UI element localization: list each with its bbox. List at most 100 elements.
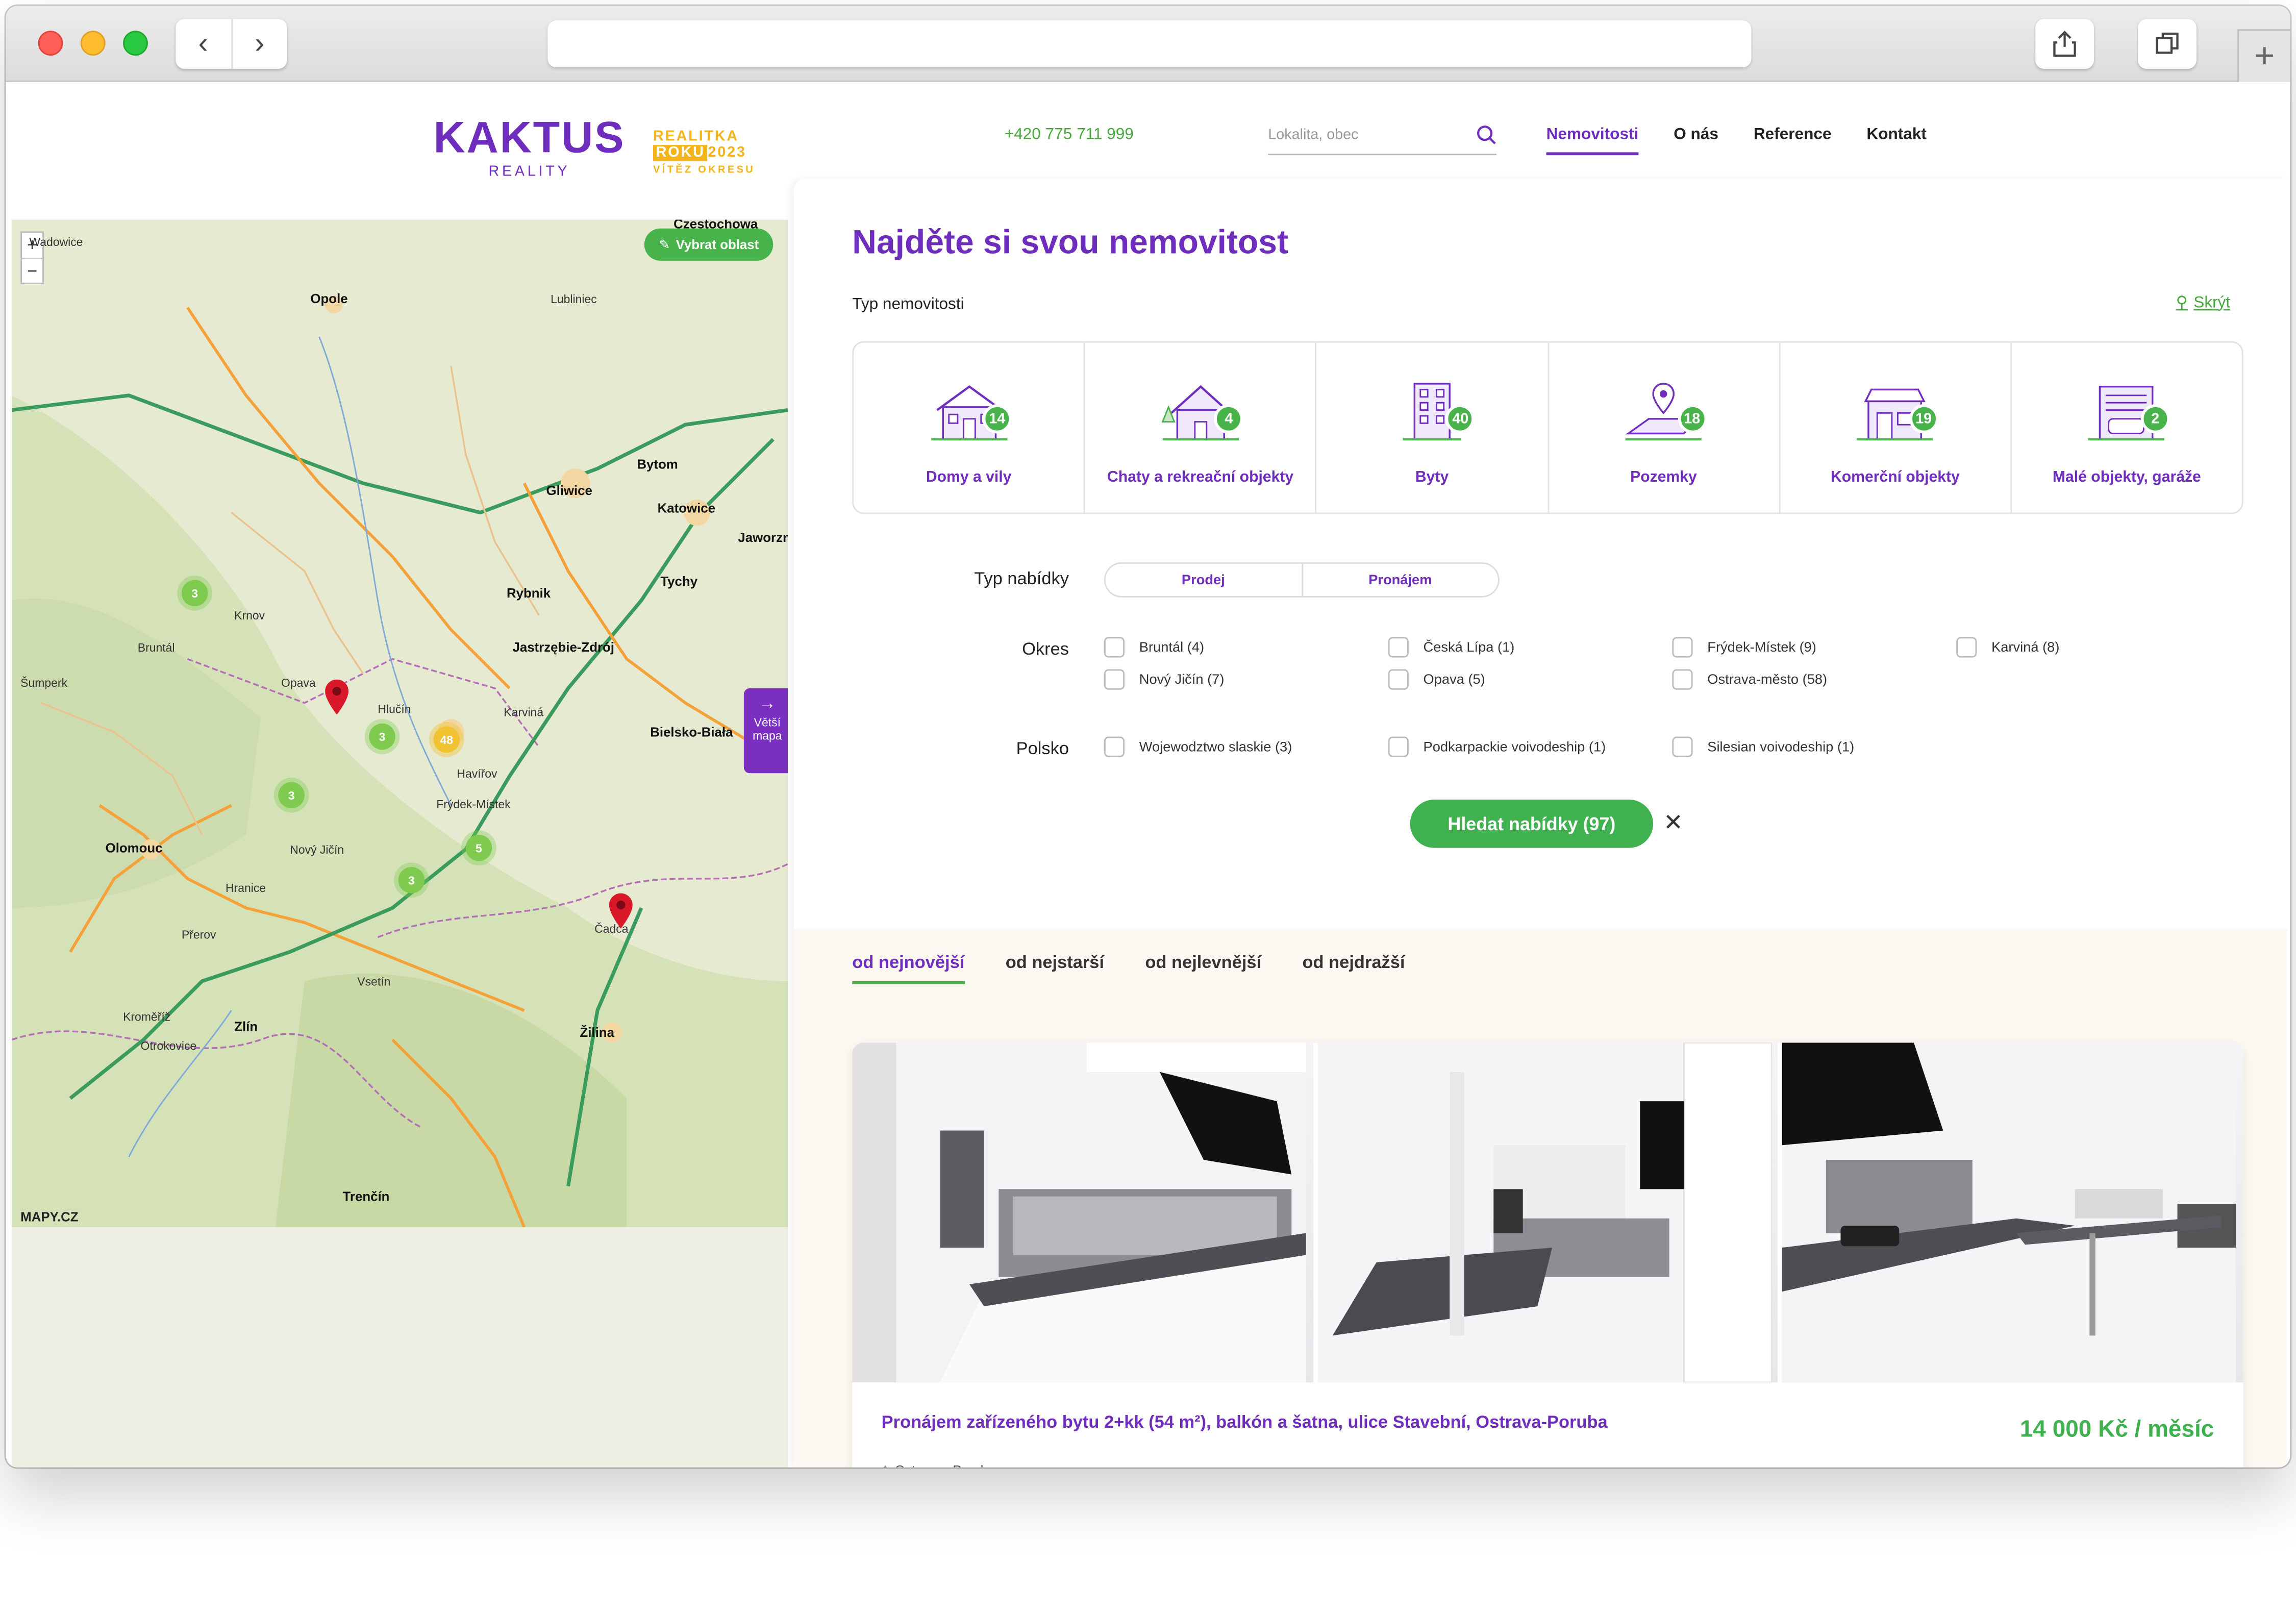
bigger-map-label-1: Větší: [754, 716, 781, 730]
map-cluster[interactable]: 3: [181, 580, 208, 607]
map-pin-icon[interactable]: [325, 679, 349, 715]
listing-title[interactable]: Pronájem zařízeného bytu 2+kk (54 m²), b…: [882, 1412, 1608, 1432]
sort-tabs: od nejnovější od nejstarší od nejlevnějš…: [852, 952, 1405, 984]
property-type-garages[interactable]: 2 Malé objekty, garáže: [2010, 342, 2242, 513]
poland-checkbox[interactable]: Wojewodztwo slaskie (3): [1104, 736, 1292, 757]
map[interactable]: + − ✎ Vybrat oblast → Větší mapa Wadowic…: [11, 219, 788, 1227]
property-type-count: 19: [1909, 404, 1938, 434]
maximize-window-button[interactable]: [123, 31, 148, 56]
logo-subtitle: REALITY: [488, 164, 570, 180]
award-line-2b: 2023: [708, 145, 746, 161]
district-checkbox[interactable]: Česká Lípa (1): [1388, 637, 1514, 658]
checkbox-box[interactable]: [1104, 736, 1125, 757]
map-city-label: Wadowice: [29, 236, 83, 249]
map-city-label: Karviná: [504, 706, 544, 719]
map-pin-icon[interactable]: [609, 893, 633, 929]
new-tab-icon[interactable]: +: [2237, 29, 2290, 82]
listing-location-text: Ostrava - Poruba: [895, 1462, 995, 1468]
checkbox-label: Wojewodztwo slaskie (3): [1139, 738, 1292, 755]
close-icon[interactable]: ✕: [1663, 808, 1683, 837]
nav-o-nas[interactable]: O nás: [1674, 126, 1718, 155]
checkbox-box[interactable]: [1104, 669, 1125, 690]
hide-filters-label: Skrýt: [2193, 293, 2231, 311]
property-type-flats[interactable]: 40 Byty: [1315, 342, 1547, 513]
district-checkbox[interactable]: Ostrava-město (58): [1672, 669, 1827, 690]
map-city-label: Krnov: [234, 609, 265, 623]
offer-type-toggle: Prodej Pronájem: [1104, 562, 1500, 598]
checkbox-box[interactable]: [1104, 637, 1125, 658]
share-icon[interactable]: [2035, 19, 2094, 69]
browser-window: ‹ › + KAKTUS REALITY REALITKA ROKU 2023 V…: [6, 6, 2290, 1468]
minimize-window-button[interactable]: [80, 31, 106, 56]
map-city-label: Opole: [310, 291, 348, 306]
map-cluster[interactable]: 3: [369, 723, 395, 750]
checkbox-label: Karviná (8): [1991, 639, 2060, 656]
checkbox-box[interactable]: [1672, 637, 1693, 658]
checkbox-box[interactable]: [1388, 637, 1409, 658]
poland-checkbox[interactable]: Podkarpackie voivodeship (1): [1388, 736, 1606, 757]
map-attribution[interactable]: MAPY.CZ: [20, 1210, 78, 1225]
checkbox-box[interactable]: [1388, 736, 1409, 757]
search-icon[interactable]: [1476, 125, 1496, 153]
map-cluster[interactable]: 48: [433, 726, 460, 753]
sort-cheapest[interactable]: od nejlevnější: [1145, 952, 1261, 984]
listing-photo[interactable]: [1317, 1042, 1779, 1383]
property-type-label: Malé objekty, garáže: [2052, 468, 2201, 486]
district-checkbox[interactable]: Bruntál (4): [1104, 637, 1204, 658]
location-search: [1268, 117, 1497, 156]
web-page: KAKTUS REALITY REALITKA ROKU 2023 VÍTĚZ O…: [9, 82, 2287, 1468]
map-cluster[interactable]: 3: [398, 866, 425, 893]
nav-kontakt[interactable]: Kontakt: [1866, 126, 1927, 155]
offer-rent-button[interactable]: Pronájem: [1301, 563, 1498, 597]
close-window-button[interactable]: [38, 31, 63, 56]
map-city-label: Zlín: [234, 1019, 258, 1034]
history-buttons: ‹ ›: [176, 19, 287, 69]
listing-card[interactable]: Pronájem zařízeného bytu 2+kk (54 m²), b…: [852, 1042, 2243, 1468]
map-spacer: [11, 1227, 788, 1468]
listing-photo[interactable]: [1782, 1042, 2243, 1383]
map-cluster[interactable]: 5: [465, 834, 492, 861]
offer-sale-button[interactable]: Prodej: [1106, 564, 1301, 596]
forward-icon[interactable]: ›: [231, 19, 287, 69]
kaktus-logo[interactable]: KAKTUS REALITY: [433, 116, 625, 180]
select-area-button[interactable]: ✎ Vybrat oblast: [644, 228, 773, 261]
zoom-out-button[interactable]: −: [22, 257, 43, 283]
bigger-map-label-2: mapa: [753, 729, 782, 743]
search-offers-button[interactable]: Hledat nabídky (97): [1410, 799, 1654, 848]
map-city-label: Jaworzno: [738, 530, 788, 545]
bigger-map-button[interactable]: → Větší mapa: [743, 688, 788, 774]
map-cluster[interactable]: 3: [278, 782, 305, 809]
district-checkbox[interactable]: Karviná (8): [1956, 637, 2060, 658]
tabs-overview-icon[interactable]: [2138, 19, 2197, 69]
phone-number[interactable]: +420 775 711 999: [1005, 126, 1134, 143]
sort-newest[interactable]: od nejnovější: [852, 952, 965, 984]
checkbox-box[interactable]: [1388, 669, 1409, 690]
map-city-label: Katowice: [657, 501, 715, 516]
back-icon[interactable]: ‹: [176, 19, 231, 69]
district-checkbox[interactable]: Opava (5): [1388, 669, 1485, 690]
checkbox-box[interactable]: [1672, 736, 1693, 757]
poland-checkbox[interactable]: Silesian voivodeship (1): [1672, 736, 1854, 757]
property-type-houses[interactable]: 14 Domy a vily: [854, 343, 1084, 513]
district-checkbox[interactable]: Nový Jičín (7): [1104, 669, 1224, 690]
map-city-label: Hranice: [225, 881, 266, 895]
property-type-commercial[interactable]: 19 Komerční objekty: [1779, 342, 2010, 513]
district-checkbox[interactable]: Frýdek-Místek (9): [1672, 637, 1816, 658]
checkbox-box[interactable]: [1672, 669, 1693, 690]
property-type-land[interactable]: 18 Pozemky: [1547, 342, 1779, 513]
location-search-input[interactable]: [1268, 127, 1459, 144]
map-city-label: Nový Jičín: [290, 843, 344, 857]
nav-nemovitosti[interactable]: Nemovitosti: [1546, 126, 1639, 156]
sort-oldest[interactable]: od nejstarší: [1006, 952, 1104, 984]
kitchen-photo: [1782, 1042, 2237, 1383]
listing-photo[interactable]: [852, 1042, 1313, 1383]
checkbox-box[interactable]: [1956, 637, 1977, 658]
nav-reference[interactable]: Reference: [1754, 126, 1832, 155]
property-type-selector: 14 Domy a vily 4 Chaty a rekreační objek…: [852, 341, 2243, 514]
checkbox-label: Opava (5): [1423, 671, 1485, 688]
address-bar[interactable]: [547, 20, 1752, 68]
sort-most-expensive[interactable]: od nejdražší: [1303, 952, 1405, 984]
property-type-cottages[interactable]: 4 Chaty a rekreační objekty: [1084, 342, 1315, 513]
map-city-label: Rybnik: [506, 585, 551, 601]
hide-filters-link[interactable]: ⚲ Skrýt: [2176, 293, 2231, 312]
